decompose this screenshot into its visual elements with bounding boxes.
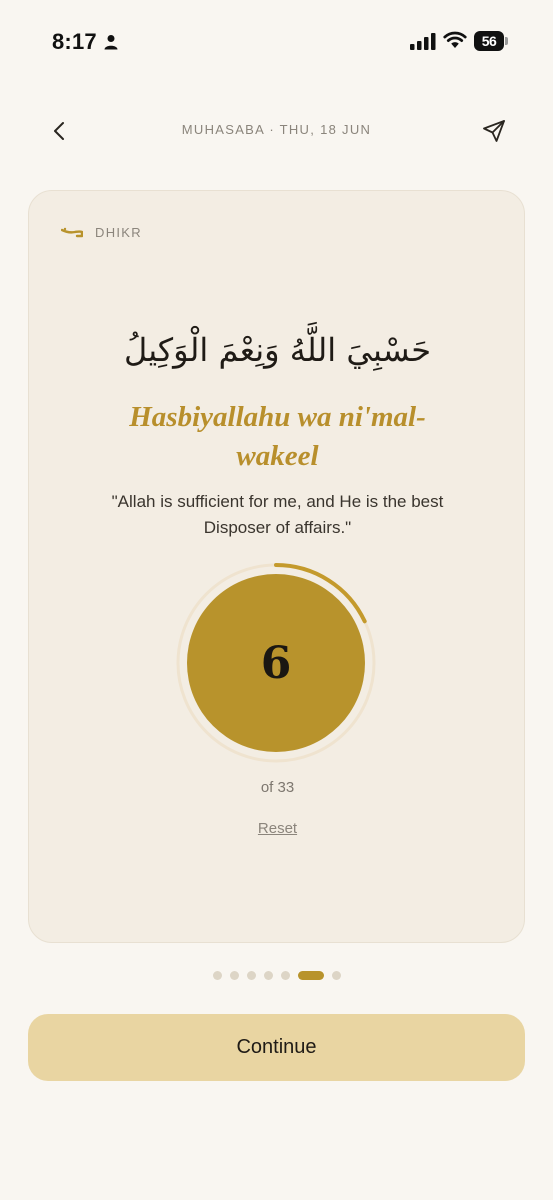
pagination-dot (229, 970, 239, 980)
person-icon (104, 35, 118, 50)
pagination-dot (246, 970, 256, 980)
pagination-dot (212, 970, 222, 980)
section-label-text: DHIKR (95, 225, 142, 240)
transliteration: Hasbiyallahu wa ni'mal-wakeel (129, 401, 426, 472)
battery-level: 56 (481, 33, 497, 49)
reset-link-wrap: Reset (29, 820, 526, 837)
dhikr-card: DHIKR حَسْبِيَ اللَّهُ وَنِعْمَ الْوَكِي… (28, 190, 525, 943)
share-button[interactable] (478, 116, 510, 146)
counter: 6 (176, 563, 376, 763)
counter-value: 6 (260, 637, 292, 689)
battery-indicator: 56 (474, 31, 508, 51)
signal-icon (410, 33, 436, 50)
dhikr-icon (61, 227, 83, 237)
pagination-dots (0, 969, 553, 981)
section-label: DHIKR (61, 225, 142, 240)
reset-link[interactable]: Reset (258, 820, 297, 837)
wifi-icon (443, 31, 467, 48)
pagination-dot (297, 970, 324, 980)
continue-button[interactable]: Continue (28, 1014, 525, 1081)
status-bar: 8:17 56 (0, 0, 553, 84)
translation: "Allah is sufficient for me, and He is t… (111, 492, 444, 537)
pagination-dot (263, 970, 273, 980)
send-icon (483, 120, 505, 142)
header: MUHASABA · THU, 18 JUN (0, 110, 553, 152)
page-title: MUHASABA · THU, 18 JUN (181, 122, 372, 137)
pagination-dot (331, 970, 341, 980)
pagination-dot (280, 970, 290, 980)
status-time: 8:17 (52, 29, 97, 54)
counter-tap-button[interactable]: 6 (187, 574, 365, 752)
counter-total: of 33 (260, 779, 295, 796)
arabic-text: حَسْبِيَ اللَّهُ وَنِعْمَ الْوَكِيلُ (124, 331, 431, 369)
